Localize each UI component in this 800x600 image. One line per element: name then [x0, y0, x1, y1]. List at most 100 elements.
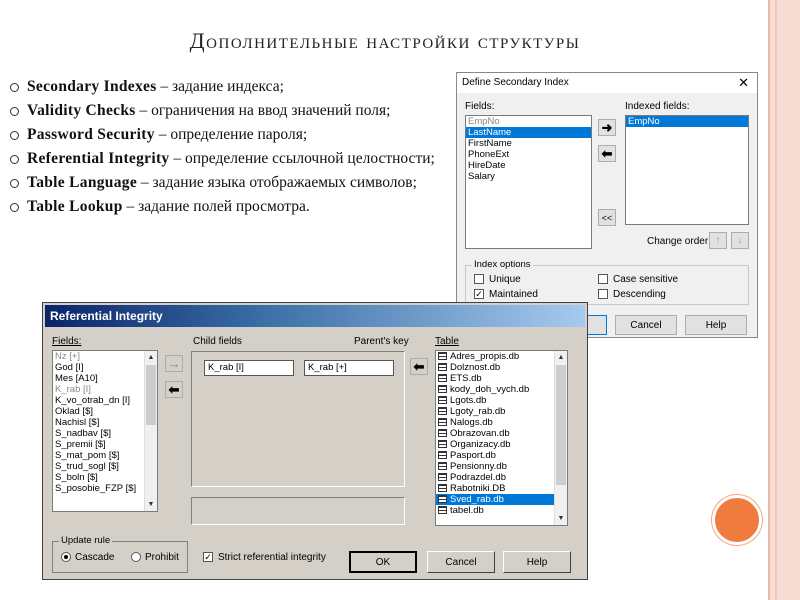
bullet-item: Validity Checks – ограничения на ввод зн… [10, 99, 440, 123]
help-button[interactable]: Help [503, 551, 571, 573]
descending-checkbox[interactable]: Descending [598, 289, 666, 300]
fields-listbox[interactable]: EmpNo LastName FirstName PhoneExt HireDa… [465, 115, 592, 249]
list-item[interactable]: tabel.db [436, 505, 567, 516]
checkbox-box[interactable]: ✓ [203, 552, 213, 563]
strict-integrity-checkbox[interactable]: ✓ Strict referential integrity [203, 552, 326, 563]
list-item[interactable]: God [I] [53, 362, 157, 373]
radio-button[interactable] [131, 552, 141, 563]
fields-listbox[interactable]: Nz [+] God [I] Mes [A10] K_rab [I] K_vo_… [52, 350, 158, 512]
remove-field-button[interactable]: ⬅ [598, 145, 616, 162]
child-fields-label: Child fields [193, 336, 242, 347]
list-item[interactable]: Obrazovan.db [436, 428, 567, 439]
scroll-down-icon[interactable]: ▼ [145, 498, 157, 511]
table-icon [438, 495, 447, 504]
list-item[interactable]: Pensionny.db [436, 461, 567, 472]
scroll-thumb[interactable] [556, 365, 566, 485]
referential-integrity-dialog: Referential Integrity Fields: Nz [+] God… [42, 302, 588, 580]
cancel-button[interactable]: Cancel [427, 551, 495, 573]
fields-label: Fields: [52, 336, 82, 347]
checkbox-box[interactable] [598, 289, 608, 300]
list-item[interactable]: Mes [A10] [53, 373, 157, 384]
help-button[interactable]: Help [685, 315, 747, 335]
indexed-fields-listbox[interactable]: EmpNo [625, 115, 749, 225]
remove-all-button[interactable]: << [598, 209, 616, 226]
move-up-button[interactable]: ↑ [709, 232, 727, 249]
list-item[interactable]: Adres_propis.db [436, 351, 567, 362]
list-item[interactable]: Sved_rab.db [436, 494, 567, 505]
checkbox-box[interactable] [474, 274, 484, 285]
table-name: Lgoty_rab.db [450, 406, 506, 417]
list-item[interactable]: S_nadbav [$] [53, 428, 157, 439]
list-item[interactable]: Nalogs.db [436, 417, 567, 428]
list-item[interactable]: Pasport.db [436, 450, 567, 461]
list-item[interactable]: Dolznost.db [436, 362, 567, 373]
select-table-button[interactable]: ⬅ [410, 358, 428, 375]
scroll-up-icon[interactable]: ▲ [555, 351, 567, 364]
table-icon [438, 374, 447, 383]
list-item[interactable]: S_boln [$] [53, 472, 157, 483]
list-item[interactable]: Podrazdel.db [436, 472, 567, 483]
list-item[interactable]: S_mat_pom [$] [53, 450, 157, 461]
maintained-checkbox[interactable]: ✓ Maintained [474, 289, 538, 300]
checkbox-box[interactable]: ✓ [474, 289, 484, 300]
scroll-up-icon[interactable]: ▲ [145, 351, 157, 364]
list-item[interactable]: S_trud_sogl [$] [53, 461, 157, 472]
group-title: Update rule [59, 535, 113, 546]
list-item[interactable]: S_premii [$] [53, 439, 157, 450]
list-item[interactable]: Rabotniki.DB [436, 483, 567, 494]
list-item[interactable]: Oklad [$] [53, 406, 157, 417]
list-item[interactable]: Lgots.db [436, 395, 567, 406]
table-listbox[interactable]: Adres_propis.db Dolznost.db ETS.db kody_… [435, 350, 568, 526]
list-item[interactable]: Organizacy.db [436, 439, 567, 450]
child-field-box[interactable]: K_rab [I] [204, 360, 294, 376]
table-icon [438, 451, 447, 460]
fields-label: Fields: [465, 101, 495, 112]
list-item[interactable]: K_rab [I] [53, 384, 157, 395]
ok-button[interactable]: OK [349, 551, 417, 573]
add-child-field-button[interactable]: → [165, 355, 183, 372]
decorative-side-band [768, 0, 800, 600]
list-item[interactable]: Salary [466, 171, 591, 182]
bullet-text: – ограничения на ввод значений поля; [135, 102, 391, 119]
cancel-button[interactable]: Cancel [615, 315, 677, 335]
list-item[interactable]: ETS.db [436, 373, 567, 384]
list-item[interactable]: LastName [466, 127, 591, 138]
bullet-text: – определение пароля; [154, 126, 308, 143]
list-item[interactable]: Nachisl [$] [53, 417, 157, 428]
list-item[interactable]: Nz [+] [53, 351, 157, 362]
list-item[interactable]: Lgoty_rab.db [436, 406, 567, 417]
cascade-radio[interactable]: Cascade [61, 552, 114, 563]
list-item[interactable]: S_posobie_FZP [$] [53, 483, 157, 494]
move-down-button[interactable]: ↓ [731, 232, 749, 249]
scroll-down-icon[interactable]: ▼ [555, 512, 567, 525]
list-item[interactable]: PhoneExt [466, 149, 591, 160]
bullet-term: Secondary Indexes [27, 78, 157, 95]
prohibit-radio[interactable]: Prohibit [131, 552, 179, 563]
checkbox-box[interactable] [598, 274, 608, 285]
remove-child-field-button[interactable]: ⬅ [165, 381, 183, 398]
table-name: Pensionny.db [450, 461, 507, 472]
dialog-title-bar: Define Secondary Index ✕ [457, 73, 757, 93]
list-item[interactable]: HireDate [466, 160, 591, 171]
close-icon[interactable]: ✕ [738, 75, 749, 91]
scroll-thumb[interactable] [146, 365, 156, 425]
parent-key-box[interactable]: K_rab [+] [304, 360, 394, 376]
table-name: ETS.db [450, 373, 482, 384]
radio-button[interactable] [61, 552, 71, 563]
vertical-scrollbar[interactable]: ▲ ▼ [554, 351, 567, 525]
table-label: Table [435, 336, 459, 347]
list-item[interactable]: EmpNo [466, 116, 591, 127]
bullet-text: – задание индекса; [156, 78, 284, 95]
list-item[interactable]: EmpNo [626, 116, 748, 127]
list-item[interactable]: kody_doh_vych.db [436, 384, 567, 395]
parents-key-label: Parent's key [354, 336, 409, 347]
list-item[interactable]: FirstName [466, 138, 591, 149]
checkbox-label: Case sensitive [613, 274, 679, 285]
vertical-scrollbar[interactable]: ▲ ▼ [144, 351, 157, 511]
unique-checkbox[interactable]: Unique [474, 274, 521, 285]
list-item[interactable]: K_vo_otrab_dn [I] [53, 395, 157, 406]
add-field-button[interactable]: ➜ [598, 119, 616, 136]
table-icon [438, 396, 447, 405]
table-icon [438, 363, 447, 372]
case-sensitive-checkbox[interactable]: Case sensitive [598, 274, 678, 285]
